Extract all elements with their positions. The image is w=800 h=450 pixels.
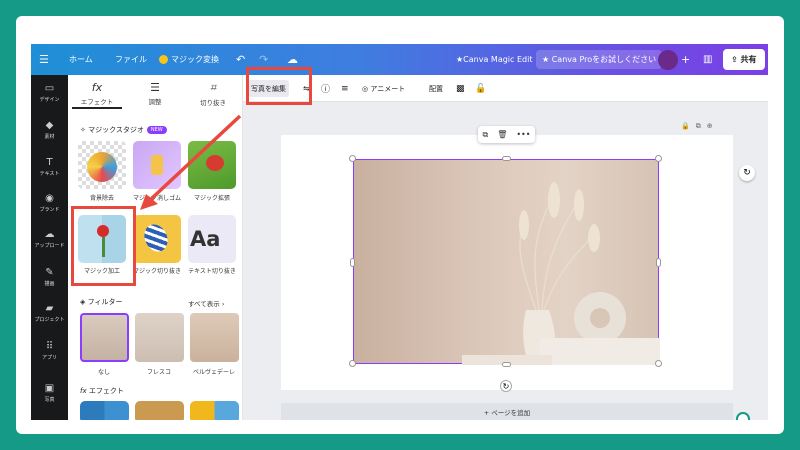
annotation-arrow (140, 114, 242, 210)
